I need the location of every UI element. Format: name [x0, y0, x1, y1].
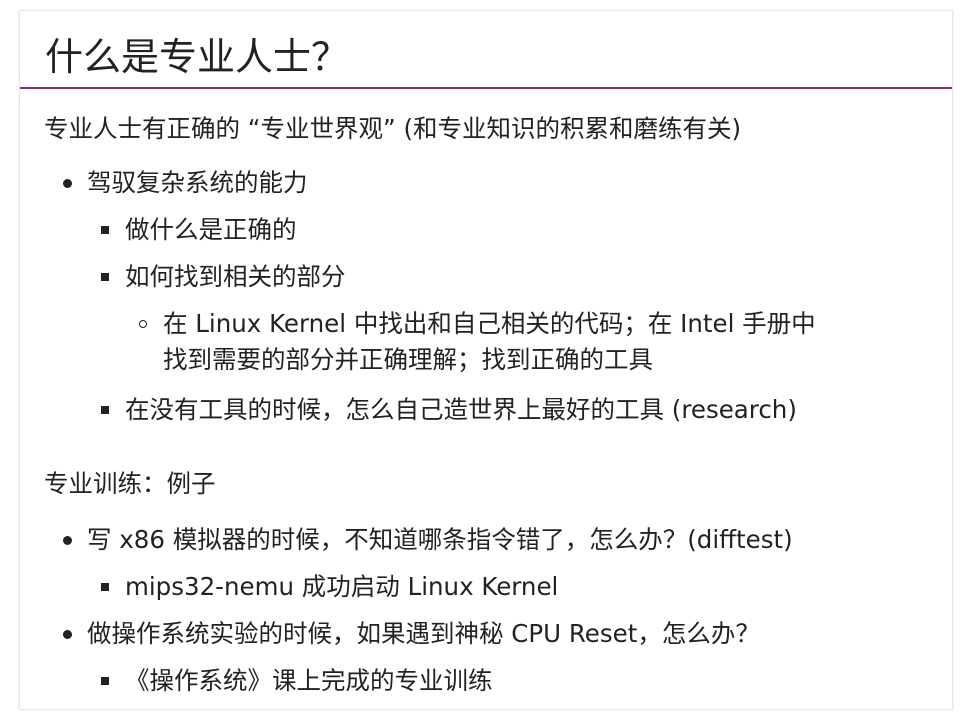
bullet-square-icon: [101, 406, 109, 414]
bullet-square-icon: [101, 226, 109, 234]
bullet-square-icon: [101, 273, 109, 281]
bullet-dot-icon: [63, 536, 72, 545]
list-item: 驾驭复杂系统的能力: [87, 168, 308, 197]
bullet-dot-icon: [63, 630, 72, 639]
slide-title: 什么是专业人士？: [45, 35, 350, 79]
list-item: 做操作系统实验的时候，如果遇到神秘 CPU Reset，怎么办？: [87, 619, 760, 648]
list-item: 在没有工具的时候，怎么自己造世界上最好的工具 (research): [125, 395, 797, 424]
list-item: 如何找到相关的部分: [125, 262, 346, 291]
list-item-continuation: 找到需要的部分并正确理解；找到正确的工具: [163, 345, 653, 374]
list-item: 《操作系统》课上完成的专业训练: [125, 666, 493, 695]
list-item: 在 Linux Kernel 中找出和自己相关的代码；在 Intel 手册中: [163, 309, 816, 338]
slide: 什么是专业人士？ 专业人士有正确的 “专业世界观” (和专业知识的积累和磨练有关…: [19, 10, 953, 710]
list-item: 写 x86 模拟器的时候，不知道哪条指令错了，怎么办？(difftest): [87, 525, 793, 554]
intro-paragraph: 专业人士有正确的 “专业世界观” (和专业知识的积累和磨练有关): [44, 114, 742, 143]
list-item: 做什么是正确的: [125, 215, 297, 244]
section-heading: 专业训练：例子: [44, 469, 216, 498]
bullet-square-icon: [101, 677, 109, 685]
bullet-square-icon: [101, 583, 109, 591]
title-divider: [20, 87, 952, 89]
list-item: mips32-nemu 成功启动 Linux Kernel: [125, 572, 559, 601]
bullet-dot-icon: [63, 179, 72, 188]
bullet-circle-icon: [139, 320, 147, 328]
